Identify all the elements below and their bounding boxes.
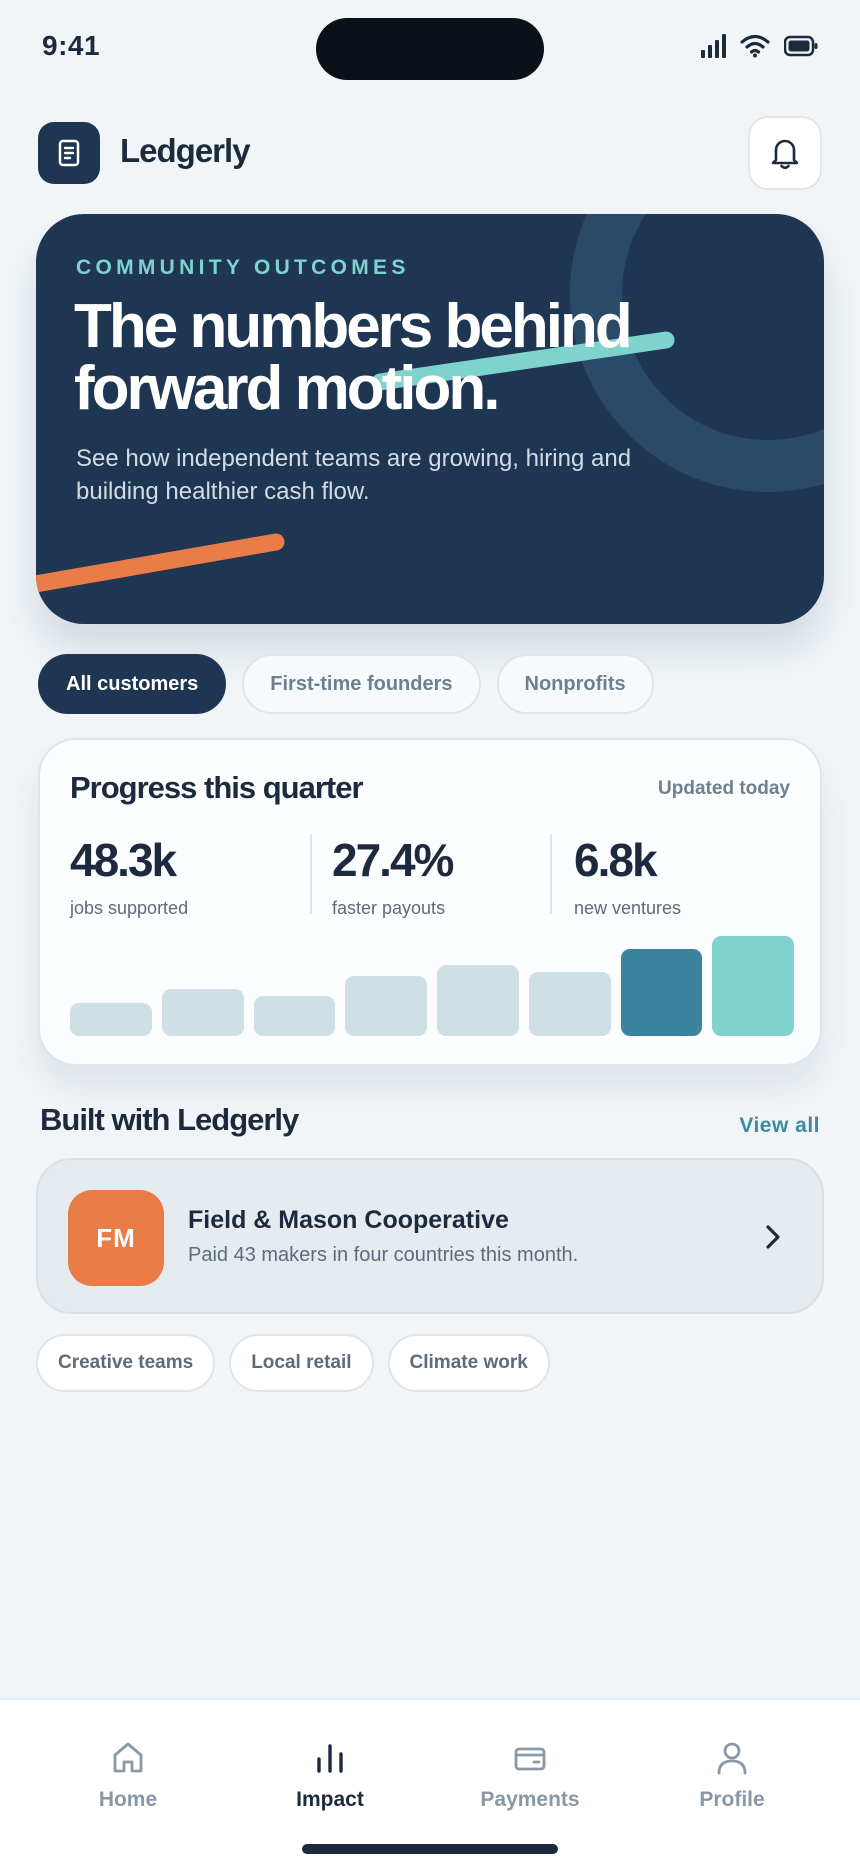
hero-title: The numbers behind forward motion. — [74, 292, 633, 423]
person-icon — [717, 1742, 747, 1775]
filter-first-time-founders[interactable]: First-time founders — [242, 654, 481, 714]
progress-bar — [345, 976, 427, 1036]
app-logo — [38, 122, 100, 184]
home-indicator — [302, 1844, 558, 1854]
document-icon — [58, 139, 80, 167]
progress-bar — [712, 936, 794, 1036]
tab-home[interactable]: Home — [28, 1740, 228, 1812]
updated-label: Updated today — [658, 778, 790, 799]
chevron-right-icon — [766, 1225, 780, 1249]
stat-ventures: 6.8k new ventures — [574, 834, 681, 919]
category-tags: Creative teams Local retail Climate work — [36, 1334, 550, 1392]
hero-card: COMMUNITY OUTCOMES The numbers behind fo… — [36, 214, 824, 624]
wifi-icon — [740, 34, 770, 58]
stat-divider — [310, 834, 312, 914]
tab-label: Home — [98, 1788, 158, 1811]
tab-bar: Home Impact Payments Profile — [0, 1698, 860, 1864]
dynamic-island — [316, 18, 544, 80]
filter-chips: All customers First-time founders Nonpro… — [38, 654, 654, 714]
progress-title: Progress this quarter — [70, 770, 364, 805]
tab-label: Impact — [296, 1788, 364, 1811]
filter-nonprofits[interactable]: Nonprofits — [496, 654, 654, 714]
tag-creative-teams[interactable]: Creative teams — [36, 1334, 216, 1392]
section-title: Built with Ledgerly — [40, 1102, 299, 1137]
hero-eyebrow: COMMUNITY OUTCOMES — [76, 256, 410, 279]
customer-card[interactable]: FM Field & Mason Cooperative Paid 43 mak… — [36, 1158, 824, 1314]
stat-value: 27.4% — [332, 834, 454, 886]
stat-payouts: 27.4% faster payouts — [332, 834, 454, 919]
chart-icon — [317, 1744, 343, 1773]
stat-label: new ventures — [574, 898, 682, 918]
progress-bar — [161, 989, 244, 1036]
progress-bars — [70, 936, 794, 1036]
progress-bar — [437, 964, 519, 1036]
stat-label: jobs supported — [70, 898, 189, 918]
customer-description: Paid 43 makers in four countries this mo… — [188, 1244, 579, 1266]
battery-icon — [784, 35, 818, 57]
filter-all-customers[interactable]: All customers — [38, 654, 227, 714]
progress-card: Progress this quarter Updated today 48.3… — [38, 738, 822, 1066]
tab-impact[interactable]: Impact — [230, 1740, 430, 1812]
status-icons — [700, 34, 818, 58]
tag-local-retail[interactable]: Local retail — [229, 1334, 374, 1392]
customer-name: Field & Mason Cooperative — [188, 1206, 509, 1234]
avatar: FM — [68, 1190, 164, 1286]
stat-label: faster payouts — [332, 898, 446, 918]
progress-bar — [253, 996, 336, 1036]
hero-subtitle: See how independent teams are growing, h… — [76, 445, 632, 505]
progress-bar — [70, 1002, 152, 1036]
stat-value: 48.3k — [70, 834, 177, 886]
app-header: Ledgerly — [38, 116, 822, 192]
bell-icon — [771, 139, 799, 170]
tag-climate-work[interactable]: Climate work — [387, 1334, 550, 1392]
status-time: 9:41 — [42, 30, 101, 61]
stat-value: 6.8k — [574, 834, 658, 886]
home-icon — [113, 1742, 143, 1773]
view-all-link[interactable]: View all — [739, 1114, 820, 1138]
tab-label: Profile — [699, 1788, 765, 1811]
stat-jobs: 48.3k jobs supported — [70, 834, 188, 919]
tab-label: Payments — [480, 1788, 580, 1811]
tab-profile[interactable]: Profile — [632, 1740, 832, 1812]
signal-icon — [701, 34, 726, 58]
status-bar: 9:41 — [0, 0, 860, 100]
wallet-icon — [514, 1747, 546, 1771]
brand-name: Ledgerly — [120, 132, 251, 169]
stat-divider — [550, 834, 552, 914]
progress-bar — [528, 971, 611, 1036]
progress-bar — [620, 949, 703, 1036]
notifications-button[interactable] — [748, 116, 822, 190]
tab-payments[interactable]: Payments — [430, 1740, 630, 1812]
